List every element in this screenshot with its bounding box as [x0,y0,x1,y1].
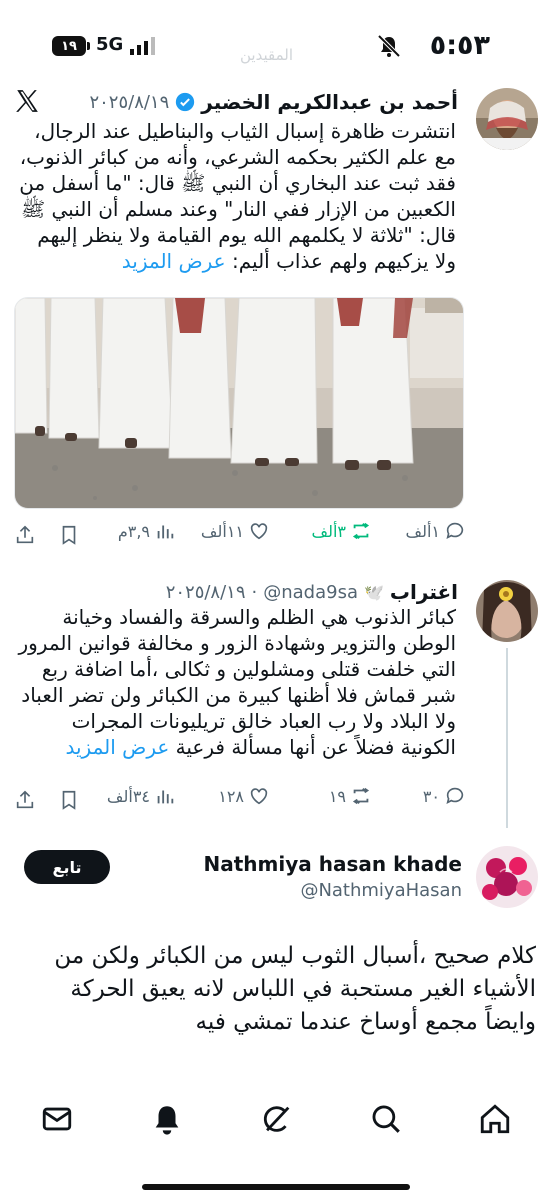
bookmark-icon[interactable] [58,524,80,546]
share-icon[interactable] [14,789,36,811]
author-name[interactable]: Nathmiya hasan khade [204,852,462,876]
home-icon[interactable] [478,1102,512,1136]
verified-badge-icon [176,92,195,112]
heart-icon [250,523,268,540]
views-button[interactable]: ٣٤ألف [107,785,176,807]
notifications-icon[interactable] [150,1102,184,1136]
tweet-date[interactable]: ٢٠٢٥/٨/١٩ [89,92,169,113]
show-more-link[interactable]: عرض المزيد [122,249,226,273]
tweet-main: أحمد بن عبدالكريم الخضير ٢٠٢٥/٨/١٩ انتشر… [0,0,552,560]
reply-button[interactable]: ١ألف [406,520,466,542]
tweet-text-content: انتشرت ظاهرة إسبال الثياب والبناطيل عند … [19,119,456,273]
view-count: ٣٤ألف [106,786,150,806]
retweet-count: ٣ألف [311,521,346,541]
grok-icon[interactable] [260,1102,294,1136]
tweet-actions: ١ألف ٣ألف ١١ألف ٣,٩م [0,520,552,550]
author-name[interactable]: اغتراب [390,580,458,604]
like-count: ١١ألف [200,521,244,541]
retweet-icon [352,522,370,540]
tweet-text: كلام صحيح ،أسبال الثوب ليس من الكبائر ول… [54,943,536,1035]
retweet-button[interactable]: ١٩ [329,785,372,807]
search-icon[interactable] [369,1102,403,1136]
tweet-header: اغتراب 🕊️ @nada9sa · ٢٠٢٥/٨/١٩ [166,580,458,604]
tweet-date[interactable]: ٢٠٢٥/٨/١٩ [166,582,246,603]
tweet-actions: ٣٠ ١٩ ١٢٨ ٣٤ألف [0,785,552,815]
author-name[interactable]: أحمد بن عبدالكريم الخضير [201,90,458,114]
separator: · [251,581,258,603]
like-button[interactable]: ١١ألف [201,520,270,542]
reply-icon [446,522,464,539]
home-indicator[interactable] [142,1184,410,1190]
avatar[interactable] [476,846,538,908]
author-handle[interactable]: @nada9sa [263,582,358,603]
tweet-header: أحمد بن عبدالكريم الخضير ٢٠٢٥/٨/١٩ [89,90,458,114]
views-icon [157,790,174,804]
retweet-button[interactable]: ٣ألف [312,520,372,542]
tweet-text: كبائر الذنوب هي الظلم والسرقة والفساد وخ… [18,604,456,760]
tweet-image[interactable] [14,297,464,509]
author-emoji: 🕊️ [364,582,384,602]
avatar[interactable] [476,580,538,642]
retweet-count: ١٩ [328,786,346,806]
view-count: ٣,٩م [117,521,150,541]
reply-count: ٣٠ [422,786,440,806]
share-icon[interactable] [14,524,36,546]
avatar[interactable] [476,88,538,150]
like-button[interactable]: ١٢٨ [218,785,270,807]
tweet-text: انتشرت ظاهرة إسبال الثياب والبناطيل عند … [14,118,456,274]
bottom-nav [0,1090,552,1150]
reply-button[interactable]: ٣٠ [423,785,466,807]
messages-icon[interactable] [40,1102,74,1136]
like-count: ١٢٨ [218,786,244,806]
retweet-icon [352,787,370,805]
reply-icon [446,787,464,804]
author-handle[interactable]: @NathmiyaHasan [300,880,462,901]
bookmark-icon[interactable] [58,789,80,811]
follow-button[interactable]: تابع [24,850,110,884]
reply-count: ١ألف [405,521,440,541]
views-icon [157,525,174,539]
heart-icon [250,788,268,805]
show-more-link[interactable]: عرض المزيد [65,735,169,759]
views-button[interactable]: ٣,٩م [118,520,176,542]
